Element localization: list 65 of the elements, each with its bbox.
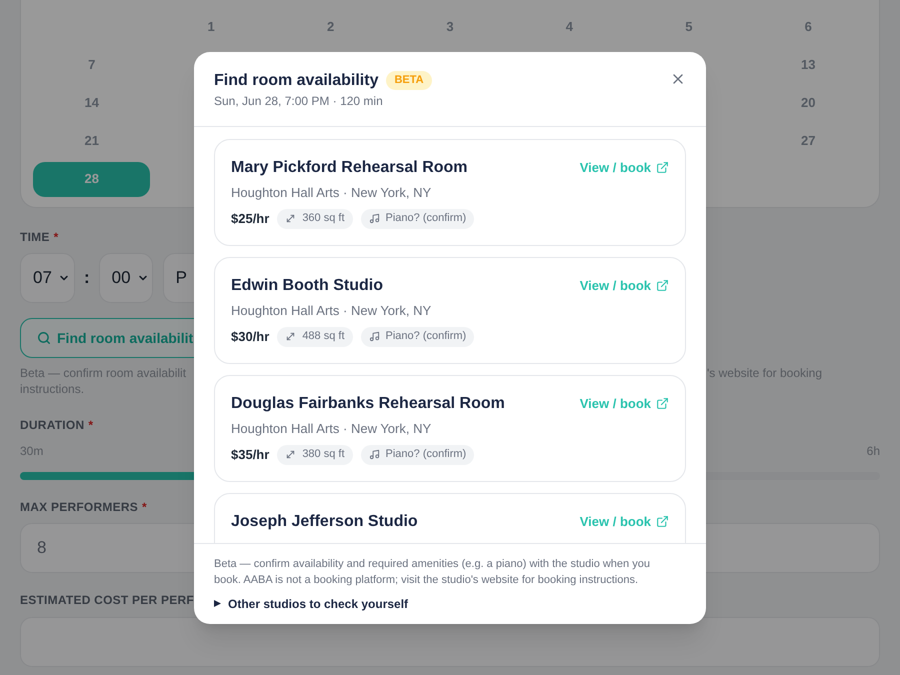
required-mark: * xyxy=(142,499,147,515)
required-mark: * xyxy=(88,417,94,433)
calendar-day[interactable]: 20 xyxy=(801,93,816,113)
slider-min-label: 30m xyxy=(20,443,44,459)
size-text: 360 sq ft xyxy=(302,211,345,226)
diagonal-arrows-icon xyxy=(285,213,296,224)
calendar-day[interactable]: 13 xyxy=(801,55,816,75)
max-performers-label: MAX PERFORMERS xyxy=(20,499,138,515)
calendar-day[interactable]: 21 xyxy=(84,131,99,151)
search-icon xyxy=(37,331,51,345)
venue-text: Houghton Hall Arts · New York, NY xyxy=(231,420,432,438)
estimated-cost-label: ESTIMATED COST PER PERF xyxy=(20,592,194,608)
venue-text: Houghton Hall Arts · New York, NY xyxy=(231,184,432,202)
music-note-icon xyxy=(368,331,380,342)
beta-note-fragment: 's website for booking xyxy=(707,365,822,381)
calendar-day[interactable]: 28 xyxy=(33,162,150,196)
price-text: $25/hr xyxy=(231,210,270,228)
room-name: Mary Pickford Rehearsal Room xyxy=(231,158,468,178)
view-book-link[interactable]: View / book xyxy=(580,512,669,532)
beta-note-fragment: instructions. xyxy=(20,381,84,397)
amenity-text: Piano? (confirm) xyxy=(386,329,466,344)
slider-max-label: 6h xyxy=(866,443,880,459)
hour-select[interactable]: 07 xyxy=(20,253,75,303)
beta-note-fragment: Beta — confirm room availabilit xyxy=(20,365,186,381)
calendar-day[interactable]: 6 xyxy=(804,17,812,37)
other-studios-toggle[interactable]: Other studios to check yourself xyxy=(214,596,408,612)
size-text: 488 sq ft xyxy=(302,329,345,344)
calendar-day[interactable]: 2 xyxy=(326,17,334,37)
beta-badge: BETA xyxy=(386,71,432,90)
calendar-day[interactable]: 5 xyxy=(685,17,692,37)
calendar-day[interactable]: 27 xyxy=(801,131,816,151)
music-note-icon xyxy=(368,449,380,460)
room-name: Joseph Jefferson Studio xyxy=(231,512,418,532)
diagonal-arrows-icon xyxy=(285,331,296,342)
price-text: $30/hr xyxy=(231,328,270,346)
minute-select[interactable]: 00 xyxy=(98,253,153,303)
size-text: 380 sq ft xyxy=(302,447,345,462)
room-name: Douglas Fairbanks Rehearsal Room xyxy=(231,394,505,414)
view-book-link[interactable]: View / book xyxy=(580,394,669,414)
external-link-icon xyxy=(656,161,669,174)
calendar-day[interactable]: 14 xyxy=(84,93,99,113)
external-link-icon xyxy=(656,515,669,528)
amenity-text: Piano? (confirm) xyxy=(386,447,466,462)
calendar-day[interactable]: 4 xyxy=(566,17,574,37)
diagonal-arrows-icon xyxy=(285,449,296,460)
calendar-day[interactable]: 3 xyxy=(446,17,454,37)
room-name: Edwin Booth Studio xyxy=(231,276,383,296)
duration-label: DURATION xyxy=(20,417,84,433)
required-mark: * xyxy=(54,229,59,245)
music-note-icon xyxy=(368,213,380,224)
price-text: $35/hr xyxy=(231,446,270,464)
calendar-day[interactable]: 7 xyxy=(88,55,96,75)
modal-subtitle: Sun, Jun 28, 7:00 PM · 120 min xyxy=(214,92,383,108)
estimated-cost-field[interactable] xyxy=(20,617,880,667)
footer-note: Beta — confirm availability and required amenities (e.g. a piano) with the studio when you book. AABA is not a booking platform; visit the studio's website for booking instructions. xyxy=(214,556,651,588)
time-separator: : xyxy=(84,267,90,290)
view-book-link[interactable]: View / book xyxy=(580,158,669,178)
calendar-day[interactable]: 1 xyxy=(208,17,215,37)
modal-title: Find room availability xyxy=(214,70,378,90)
external-link-icon xyxy=(656,279,669,292)
venue-text: Houghton Hall Arts · New York, NY xyxy=(231,302,432,320)
view-book-link[interactable]: View / book xyxy=(580,276,669,296)
amenity-text: Piano? (confirm) xyxy=(386,211,466,226)
external-link-icon xyxy=(656,397,669,410)
time-label: TIME xyxy=(20,229,50,245)
